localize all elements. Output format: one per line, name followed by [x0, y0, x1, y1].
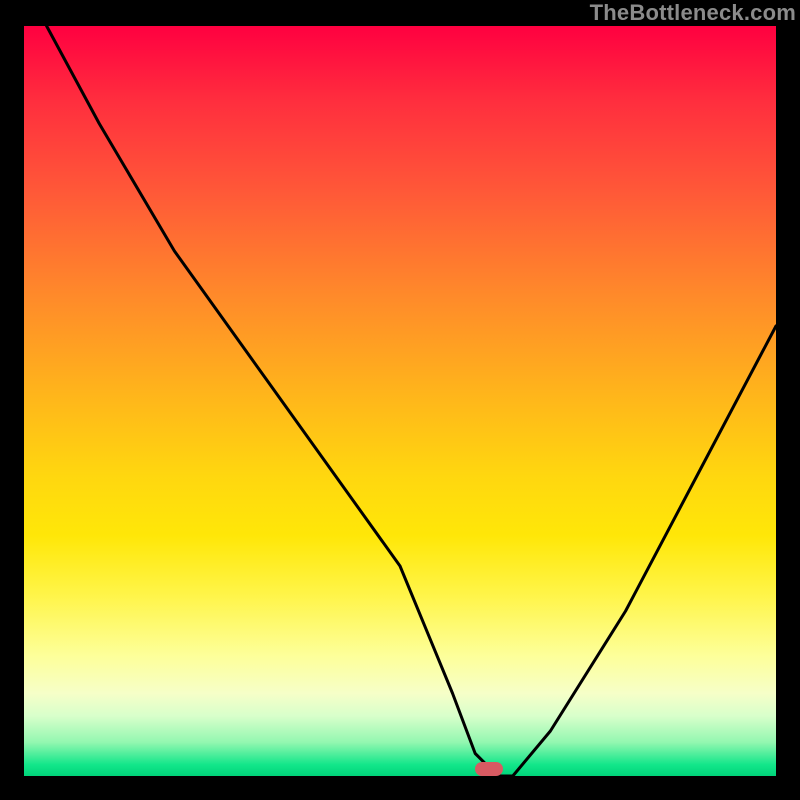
- optimal-marker: [475, 762, 503, 776]
- figure-frame: TheBottleneck.com: [0, 0, 800, 800]
- watermark-text: TheBottleneck.com: [590, 0, 796, 26]
- bottleneck-curve: [24, 26, 776, 776]
